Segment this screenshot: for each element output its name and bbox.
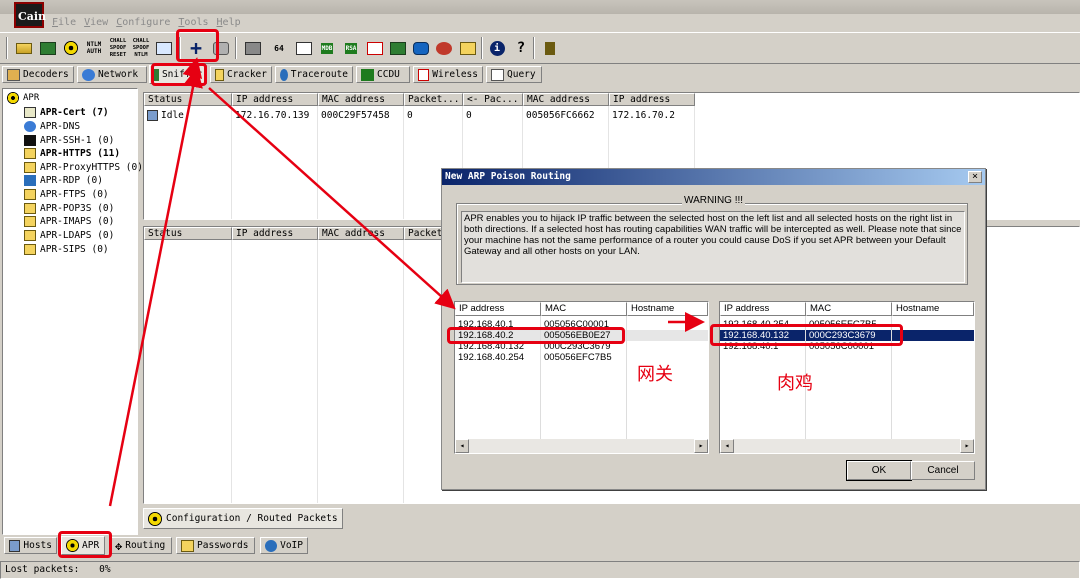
- arrow-apr-to-sniffer: [108, 67, 203, 507]
- annotation-gateway-label: 网关: [637, 364, 673, 385]
- annotation-victim-label: 肉鸡: [777, 373, 813, 394]
- annotation-arrows: [108, 57, 705, 507]
- arrow-to-gateway-list: [208, 87, 456, 310]
